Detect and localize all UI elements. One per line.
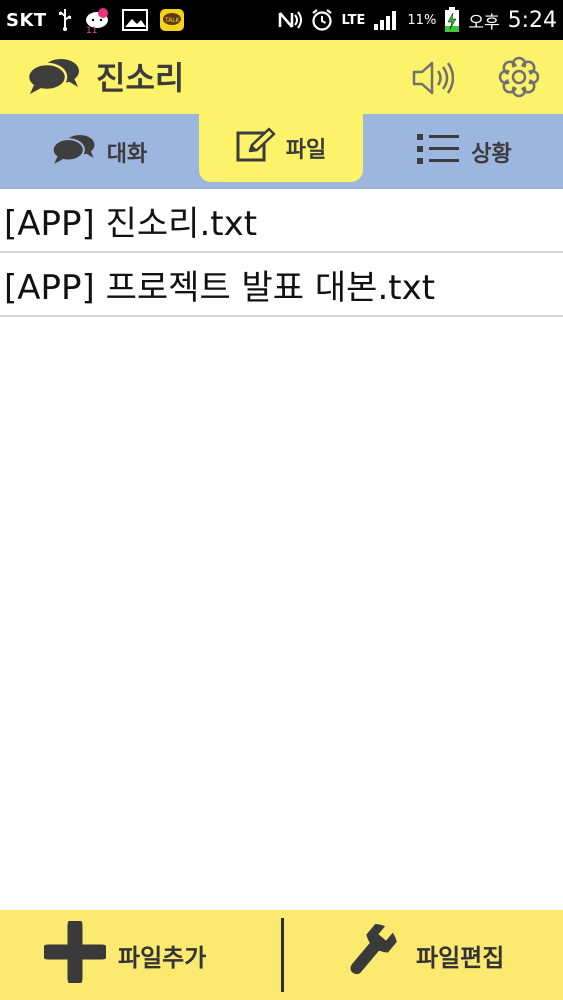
speech-bubbles-icon [26,56,82,100]
status-bar: SKT 11 TALK LTE 11% 오후 5:24 [0,0,563,40]
plus-icon [40,917,110,989]
speech-bubbles-icon [51,132,97,172]
usb-icon [57,8,73,32]
network-type-label: LTE [341,12,366,28]
list-icon [415,132,461,172]
hello-kitty-notification-icon: 11 [83,7,111,33]
nfc-icon [278,9,302,31]
svg-text:11: 11 [86,26,97,33]
list-item[interactable]: [APP] 프로젝트 발표 대본.txt [0,253,563,317]
tab-label: 파일 [285,138,327,163]
kakaotalk-icon: TALK [159,8,185,32]
status-left: SKT 11 TALK [6,7,185,33]
battery-charging-icon [444,7,460,33]
tab-conversation[interactable]: 대화 [0,114,198,189]
edit-file-button[interactable]: 파일편집 [336,910,504,1000]
tab-status[interactable]: 상황 [364,114,563,189]
wrench-icon [336,921,404,989]
tab-label: 대화 [106,141,148,167]
add-file-label: 파일추가 [118,943,207,972]
file-list: [APP] 진소리.txt [APP] 프로젝트 발표 대본.txt [0,189,563,317]
ampm-label: 오후 [468,12,500,33]
tab-label: 상황 [471,141,512,167]
edit-file-label: 파일편집 [416,943,505,972]
add-file-button[interactable]: 파일추가 [40,910,207,1000]
gear-icon[interactable] [498,56,540,102]
battery-percent: 11% [407,12,437,28]
tab-file[interactable]: 파일 [199,114,363,182]
image-notification-icon [121,8,149,32]
status-right: LTE 11% 오후 5:24 [278,7,557,33]
alarm-icon [310,8,334,32]
list-item[interactable]: [APP] 진소리.txt [0,189,563,253]
bottom-action-bar: 파일추가 파일편집 [0,910,563,1000]
clock-time: 5:24 [507,7,557,33]
carrier-label: SKT [6,9,47,31]
speaker-icon[interactable] [410,58,455,102]
app-title: 진소리 [96,59,185,97]
tab-bar: 대화 파일 상황 [0,114,563,189]
divider [281,918,284,992]
file-name: [APP] 진소리.txt [4,203,258,244]
signal-icon [373,9,399,31]
app-header: 진소리 [0,40,563,114]
file-name: [APP] 프로젝트 발표 대본.txt [4,267,436,308]
svg-text:TALK: TALK [164,17,181,24]
edit-icon [236,127,276,169]
